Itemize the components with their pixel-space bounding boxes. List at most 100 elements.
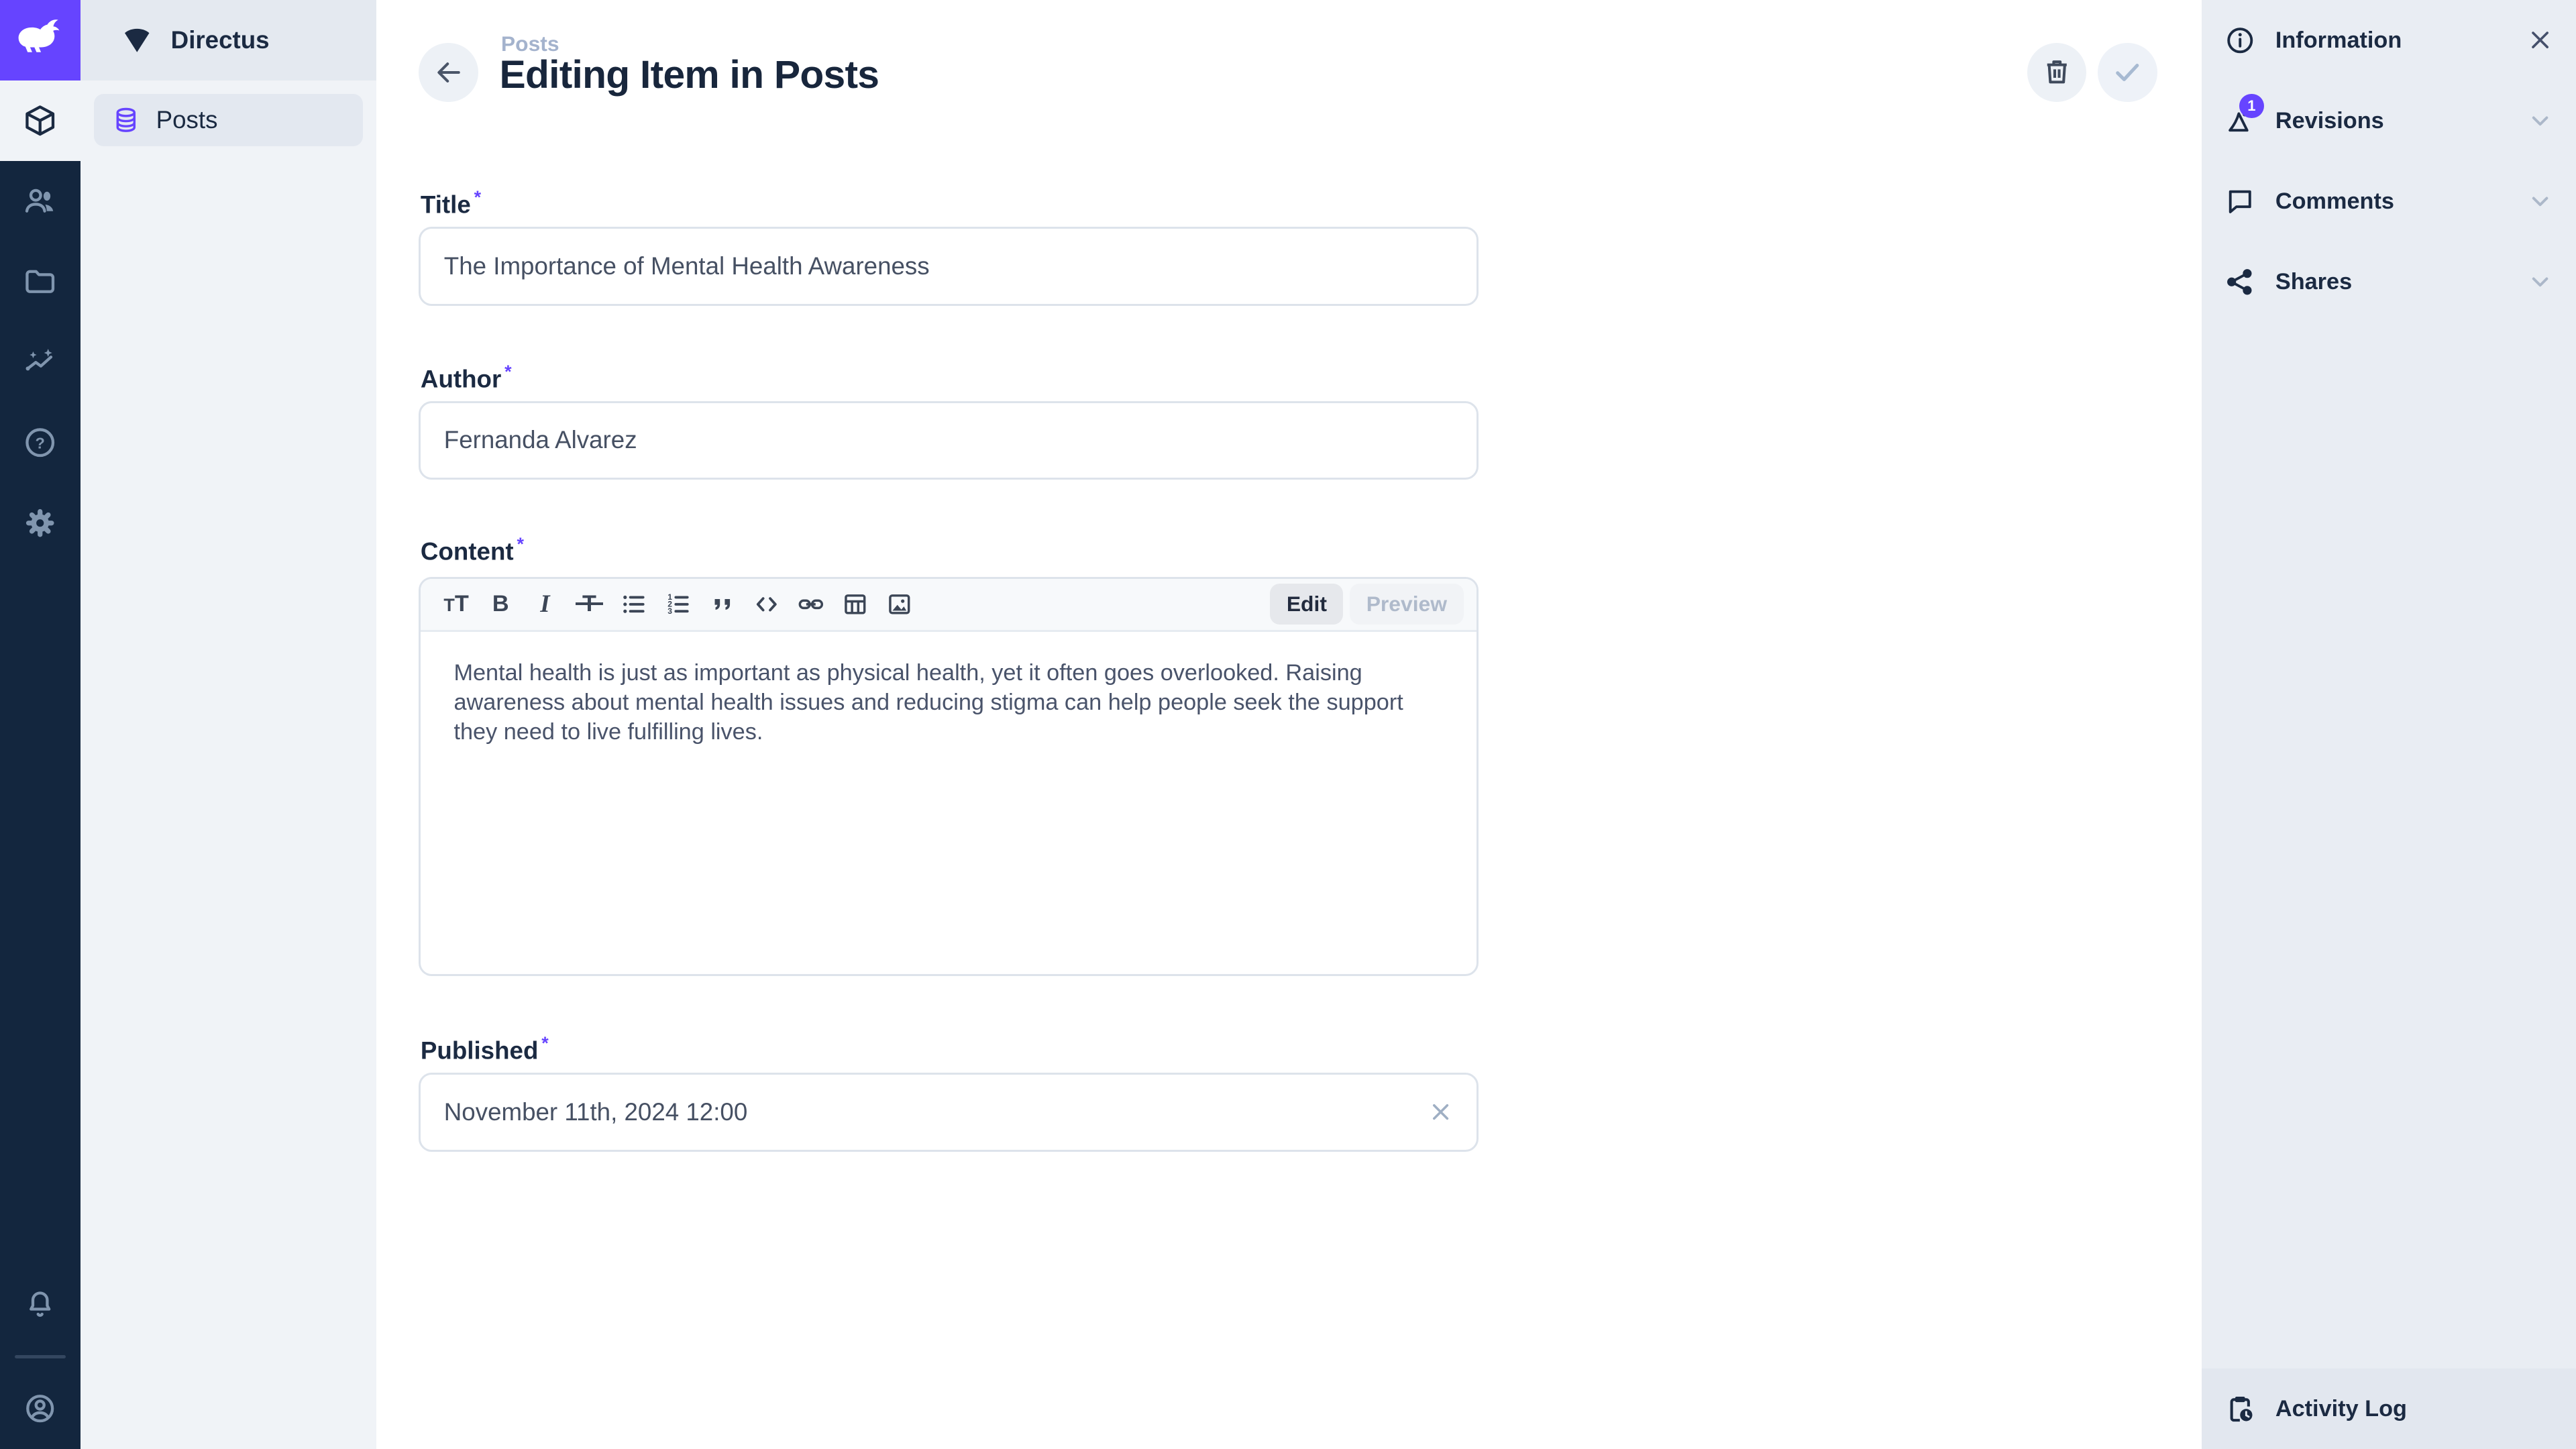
bullet-list-icon xyxy=(620,590,648,619)
help-icon: ? xyxy=(23,425,57,460)
notifications-button[interactable] xyxy=(0,1265,80,1346)
bell-icon xyxy=(23,1288,57,1322)
module-content[interactable] xyxy=(0,80,80,161)
directus-logo[interactable] xyxy=(0,0,80,80)
published-field xyxy=(419,1073,1479,1152)
activity-log-button[interactable]: Activity Log xyxy=(2202,1368,2576,1449)
table-button[interactable] xyxy=(833,583,877,626)
numbered-list-button[interactable]: 123 xyxy=(656,583,700,626)
main-content: Posts Editing Item in Posts Title* Autho… xyxy=(376,0,2202,1449)
strike-line xyxy=(576,602,604,605)
rabbit-logo-icon xyxy=(15,15,64,64)
trash-icon xyxy=(2041,56,2073,88)
folder-icon xyxy=(23,264,57,299)
database-icon xyxy=(112,106,140,134)
project-switcher[interactable]: Directus xyxy=(80,0,376,80)
users-icon xyxy=(23,184,57,218)
required-asterisk: * xyxy=(504,362,511,382)
module-settings[interactable] xyxy=(0,483,80,564)
chevron-down-icon[interactable] xyxy=(2527,268,2553,294)
save-button[interactable] xyxy=(2098,43,2157,102)
module-bar-divider xyxy=(15,1355,66,1358)
author-input[interactable] xyxy=(419,401,1479,480)
sidebar-section-shares[interactable]: Shares xyxy=(2202,241,2576,322)
heading-button[interactable]: TT xyxy=(434,583,478,626)
directus-app: ? Directus xyxy=(0,0,2576,1449)
delete-button[interactable] xyxy=(2027,43,2086,102)
bullet-list-button[interactable] xyxy=(612,583,656,626)
module-help[interactable]: ? xyxy=(0,402,80,483)
link-button[interactable] xyxy=(789,583,833,626)
author-label: Author* xyxy=(421,362,512,394)
blockquote-button[interactable] xyxy=(700,583,745,626)
sidebar-section-information[interactable]: Information xyxy=(2202,0,2576,80)
revisions-icon: 1 xyxy=(2224,105,2256,137)
code-button[interactable] xyxy=(745,583,789,626)
sidebar-section-comments[interactable]: Comments xyxy=(2202,161,2576,241)
published-label: Published* xyxy=(421,1033,549,1065)
svg-text:?: ? xyxy=(36,435,45,452)
module-bar: ? xyxy=(0,0,80,1449)
header-actions xyxy=(2027,43,2157,102)
content-label: Content* xyxy=(421,534,524,566)
activity-log-label: Activity Log xyxy=(2275,1396,2407,1422)
italic-icon: I xyxy=(540,592,549,616)
heading-icon: TT xyxy=(443,592,468,615)
quote-icon xyxy=(708,590,737,619)
sidebar-section-label: Comments xyxy=(2275,189,2394,215)
sidebar-section-label: Shares xyxy=(2275,269,2352,295)
back-button[interactable] xyxy=(419,43,478,102)
title-label: Title* xyxy=(421,187,481,219)
chevron-down-icon[interactable] xyxy=(2527,188,2553,214)
title-input[interactable] xyxy=(419,227,1479,306)
svg-text:3: 3 xyxy=(667,606,672,616)
module-files[interactable] xyxy=(0,241,80,322)
required-asterisk: * xyxy=(517,534,524,554)
project-fan-icon xyxy=(121,25,153,56)
info-sidebar: Information 1 Revisions Comments Sh xyxy=(2202,0,2576,1449)
numbered-list-icon: 123 xyxy=(664,590,692,619)
module-insights[interactable] xyxy=(0,322,80,402)
image-button[interactable] xyxy=(877,583,922,626)
bold-button[interactable]: B xyxy=(478,583,523,626)
image-icon xyxy=(885,590,914,619)
published-input[interactable] xyxy=(419,1073,1479,1152)
chevron-down-icon[interactable] xyxy=(2527,107,2553,133)
clear-date-icon[interactable] xyxy=(1428,1099,1454,1125)
insights-icon xyxy=(23,345,57,379)
gear-icon xyxy=(23,506,57,540)
bold-icon: B xyxy=(492,592,509,615)
sidebar-section-revisions[interactable]: 1 Revisions xyxy=(2202,80,2576,161)
box-icon xyxy=(23,103,57,138)
tab-edit[interactable]: Edit xyxy=(1270,584,1343,625)
info-icon xyxy=(2224,25,2256,56)
page-title: Editing Item in Posts xyxy=(499,52,879,97)
activity-log-icon xyxy=(2224,1393,2256,1425)
link-icon xyxy=(797,590,825,619)
table-icon xyxy=(841,590,869,619)
close-sidebar-icon[interactable] xyxy=(2527,27,2553,53)
arrow-left-icon xyxy=(434,58,464,87)
comment-icon xyxy=(2224,186,2256,217)
nav-item-posts[interactable]: Posts xyxy=(94,94,364,146)
code-icon xyxy=(753,590,781,619)
navigation-sidebar: Directus Posts xyxy=(80,0,376,1449)
required-asterisk: * xyxy=(541,1033,548,1053)
tab-preview[interactable]: Preview xyxy=(1350,584,1463,625)
content-editor: TT B I T 123 xyxy=(419,577,1479,976)
italic-button[interactable]: I xyxy=(523,583,567,626)
module-bar-spacer xyxy=(0,564,80,1265)
share-icon xyxy=(2224,266,2256,298)
avatar-icon xyxy=(23,1391,57,1426)
editor-mode-tabs: Edit Preview xyxy=(1270,584,1463,625)
sidebar-section-label: Information xyxy=(2275,28,2402,54)
account-button[interactable] xyxy=(0,1368,80,1449)
editor-toolbar: TT B I T 123 xyxy=(421,579,1477,632)
revisions-count-badge: 1 xyxy=(2239,94,2264,119)
project-name: Directus xyxy=(171,26,270,54)
module-users[interactable] xyxy=(0,161,80,241)
required-asterisk: * xyxy=(474,187,481,207)
sidebar-section-label: Revisions xyxy=(2275,108,2384,134)
content-textarea[interactable]: Mental health is just as important as ph… xyxy=(421,632,1477,773)
strikethrough-button[interactable]: T xyxy=(567,583,611,626)
